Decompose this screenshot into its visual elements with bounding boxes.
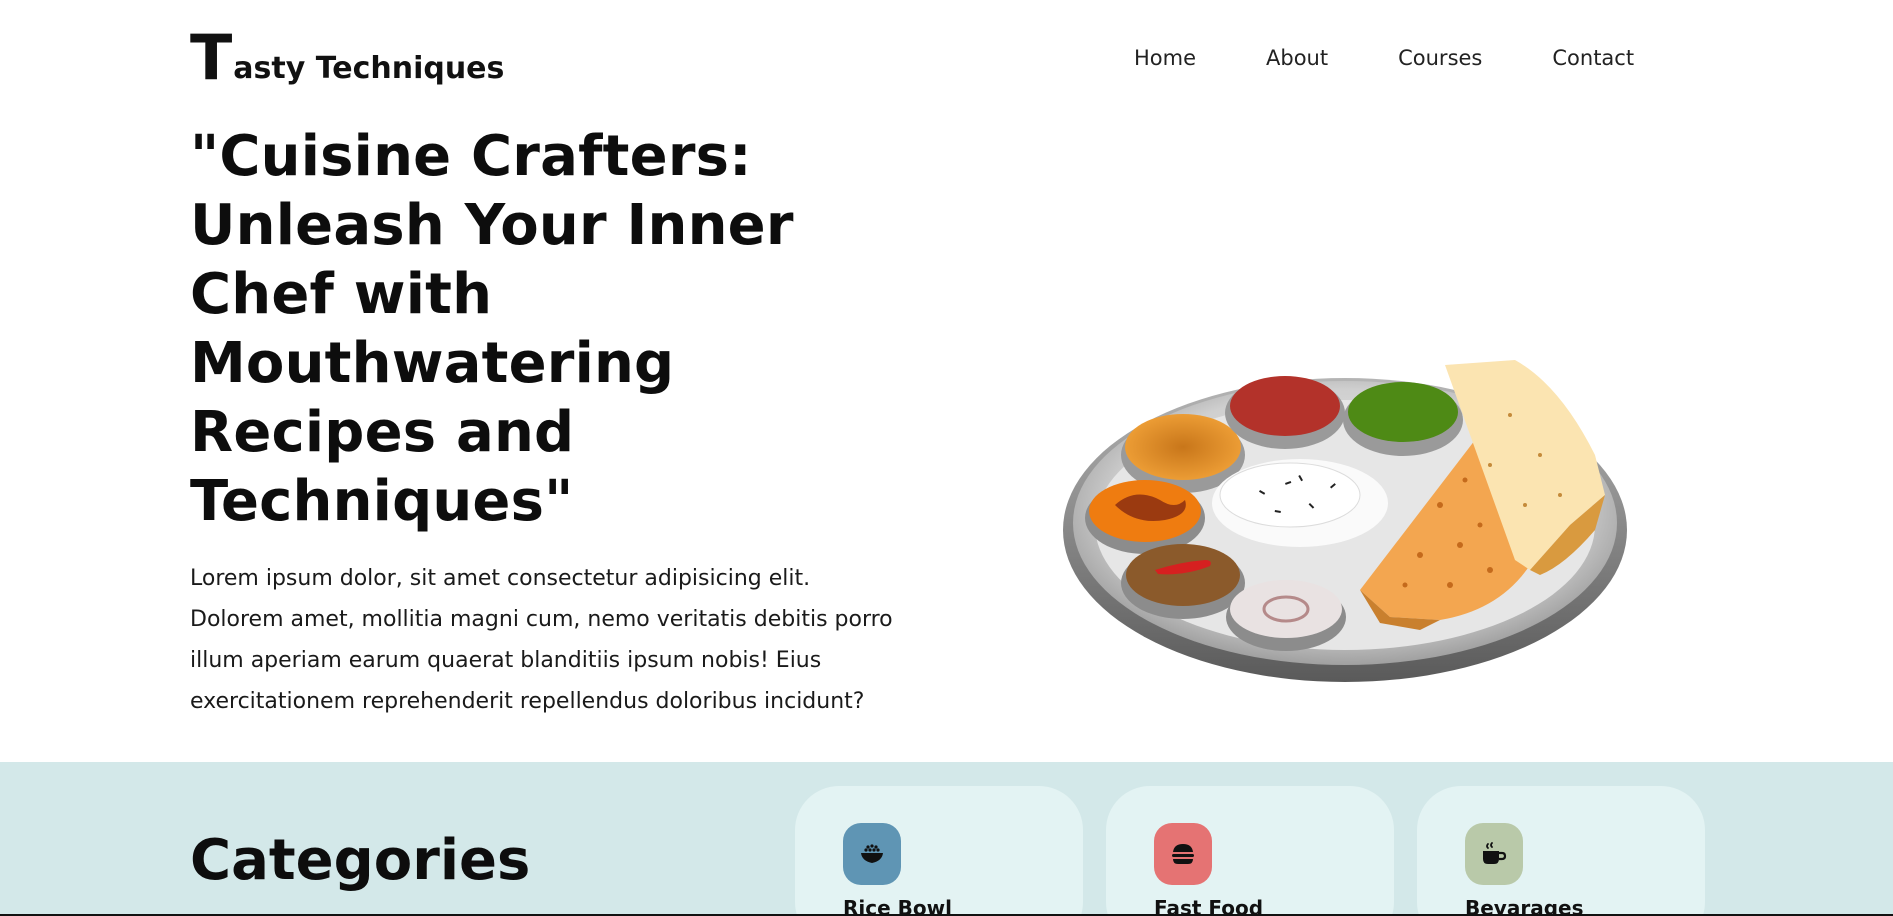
category-card-rice-bowl[interactable]: Rice Bowl: [795, 786, 1083, 916]
nav-courses-link[interactable]: Courses: [1398, 46, 1482, 70]
logo-initial: T: [190, 21, 233, 94]
logo-text: asty Techniques: [233, 51, 505, 86]
category-label: Rice Bowl: [843, 896, 952, 916]
hero-title: "Cuisine Crafters: Unleash Your Inner Ch…: [190, 124, 794, 534]
thali-plate-illustration: [1060, 355, 1660, 685]
coffee-cup-icon: [1465, 823, 1523, 885]
category-label: Bevarages: [1465, 896, 1584, 916]
nav-home-link[interactable]: Home: [1134, 46, 1196, 70]
category-label: Fast Food: [1154, 896, 1264, 916]
main-nav: Home About Courses Contact: [1134, 46, 1634, 70]
burger-icon: [1154, 823, 1212, 885]
categories-section: Categories Rice Bowl Fast Food Bevarages: [0, 762, 1893, 916]
hero-description: Lorem ipsum dolor, sit amet consectetur …: [190, 566, 893, 714]
site-header: T asty Techniques Home About Courses Con…: [0, 0, 1893, 110]
nav-contact-link[interactable]: Contact: [1552, 46, 1634, 70]
logo[interactable]: T asty Techniques: [190, 21, 505, 94]
rice-bowl-icon: [843, 823, 901, 885]
category-card-fast-food[interactable]: Fast Food: [1106, 786, 1394, 916]
category-card-beverages[interactable]: Bevarages: [1417, 786, 1705, 916]
categories-title: Categories: [190, 828, 531, 893]
nav-about-link[interactable]: About: [1266, 46, 1328, 70]
